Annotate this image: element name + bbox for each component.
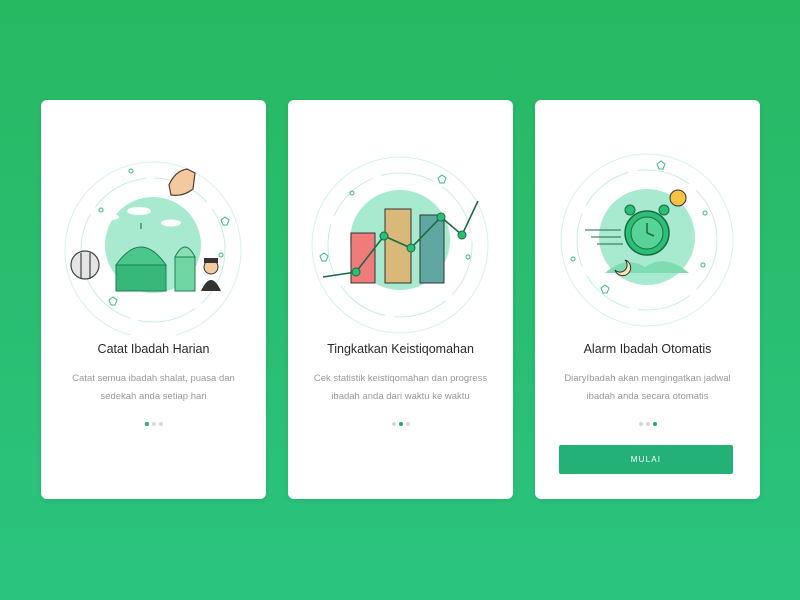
pagination-dots (288, 422, 513, 426)
onboarding-card-1: Catat Ibadah Harian Catat semua ibadah s… (41, 100, 266, 499)
onboarding-card-3: Alarm Ibadah Otomatis DiaryIbadah akan m… (535, 100, 760, 499)
start-button[interactable]: MULAI (559, 445, 733, 474)
page-dot-3[interactable] (158, 422, 163, 426)
page-dot-3[interactable] (652, 422, 657, 426)
alarm-clock-illustration (560, 153, 734, 327)
card-description: Cek statistik keistiqomahan dan progress… (313, 373, 488, 402)
onboarding-card-2: Tingkatkan Keistiqomahan Cek statistik k… (288, 100, 513, 499)
card-title: Tingkatkan Keistiqomahan (327, 342, 474, 356)
page-dot-3[interactable] (405, 422, 410, 426)
page-dot-2[interactable] (645, 422, 650, 426)
page-dot-1[interactable] (638, 422, 643, 426)
statistics-chart-illustration (311, 156, 489, 334)
card-description: DiaryIbadah akan mengingatkan jadwal iba… (564, 373, 731, 402)
card-description: Catat semua ibadah shalat, puasa dan sed… (72, 373, 235, 402)
page-dot-2[interactable] (151, 422, 156, 426)
card-title: Alarm Ibadah Otomatis (583, 342, 712, 356)
mosque-illustration (64, 161, 242, 335)
page-dot-1[interactable] (144, 422, 149, 426)
pagination-dots (41, 422, 266, 426)
page-dot-2[interactable] (398, 422, 403, 426)
page-dot-1[interactable] (391, 422, 396, 426)
pagination-dots (535, 422, 760, 426)
card-title: Catat Ibadah Harian (97, 342, 210, 356)
